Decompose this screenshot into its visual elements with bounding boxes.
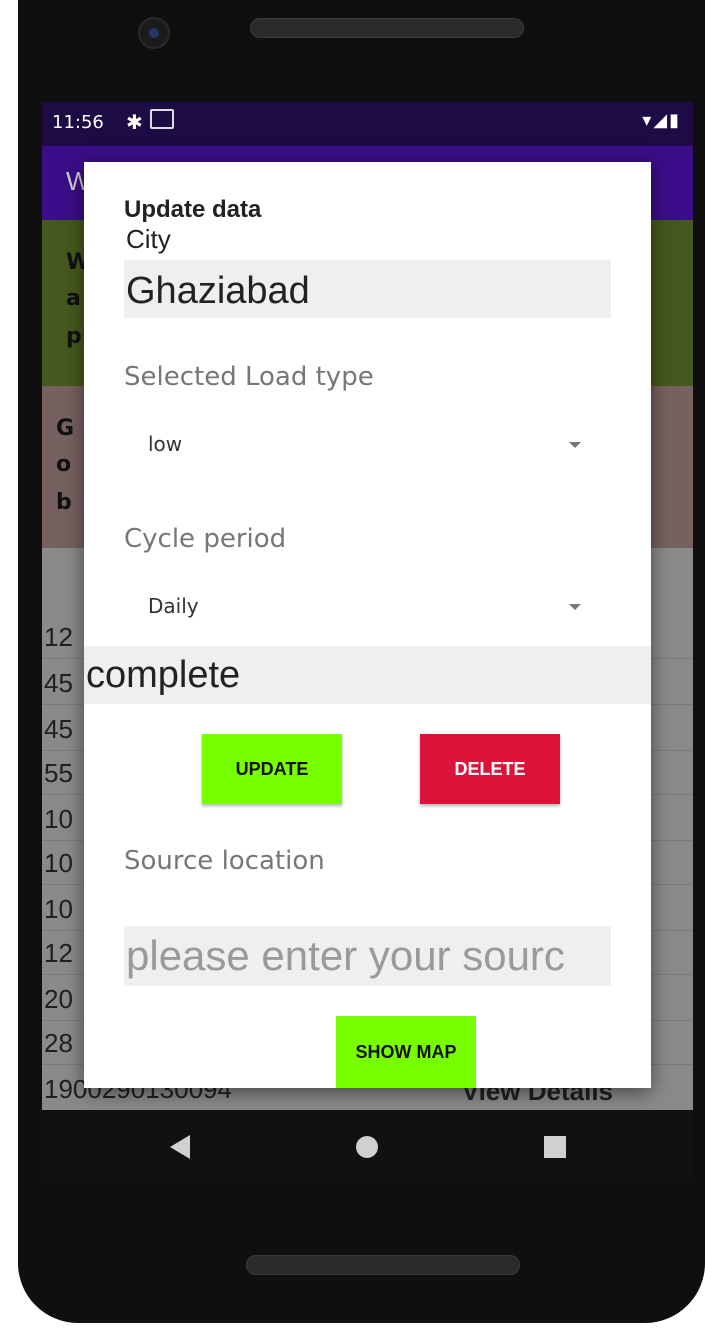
top-speaker: [250, 18, 524, 38]
back-icon[interactable]: [170, 1135, 190, 1159]
dropdown-arrow-icon: [569, 442, 581, 448]
source-location-label: Source location: [124, 846, 325, 876]
city-label: City: [126, 224, 171, 254]
record-id: 10: [44, 804, 73, 834]
city-field[interactable]: Ghaziabad: [124, 260, 611, 318]
background-margin: [0, 0, 18, 1331]
cycle-period-select[interactable]: Daily: [124, 580, 611, 636]
source-location-input[interactable]: [124, 926, 611, 986]
load-type-label: Selected Load type: [124, 362, 374, 392]
pink-card-line: b: [56, 490, 72, 515]
update-button[interactable]: UPDATE: [202, 734, 342, 804]
record-id: 12: [44, 622, 73, 652]
update-data-dialog: Update data City Ghaziabad Selected Load…: [84, 162, 651, 1088]
status-field[interactable]: complete: [84, 646, 651, 704]
dropdown-arrow-icon: [569, 604, 581, 610]
recents-icon[interactable]: [544, 1136, 566, 1158]
record-id: 10: [44, 848, 73, 878]
record-id: 20: [44, 984, 73, 1014]
load-type-value: low: [148, 432, 183, 456]
cycle-period-value: Daily: [148, 594, 199, 618]
record-id: 45: [44, 714, 73, 744]
dialog-title: Update data: [124, 196, 262, 223]
status-time: 11:56: [52, 112, 104, 133]
system-status-icons: ▾◢▮: [642, 110, 681, 131]
bottom-speaker: [246, 1255, 520, 1275]
status-bar: 11:56 ✱ ▾◢▮: [42, 102, 693, 146]
camera-icon: [138, 17, 170, 49]
green-card-line: p: [66, 324, 82, 349]
load-type-select[interactable]: low: [124, 418, 611, 474]
home-icon[interactable]: [356, 1136, 378, 1158]
delete-button[interactable]: DELETE: [420, 734, 560, 804]
record-id: 55: [44, 758, 73, 788]
record-id: 45: [44, 668, 73, 698]
pink-card-line: G: [56, 416, 75, 441]
android-nav-bar: [42, 1110, 693, 1182]
green-card-line: a: [66, 286, 81, 311]
record-id: 28: [44, 1028, 73, 1058]
record-id: 10: [44, 894, 73, 924]
mail-icon: [150, 109, 174, 129]
record-id: 12: [44, 938, 73, 968]
cycle-period-label: Cycle period: [124, 524, 287, 554]
gear-icon: ✱: [126, 110, 143, 134]
pink-card-line: o: [56, 452, 72, 477]
show-map-button[interactable]: SHOW MAP: [336, 1016, 476, 1088]
